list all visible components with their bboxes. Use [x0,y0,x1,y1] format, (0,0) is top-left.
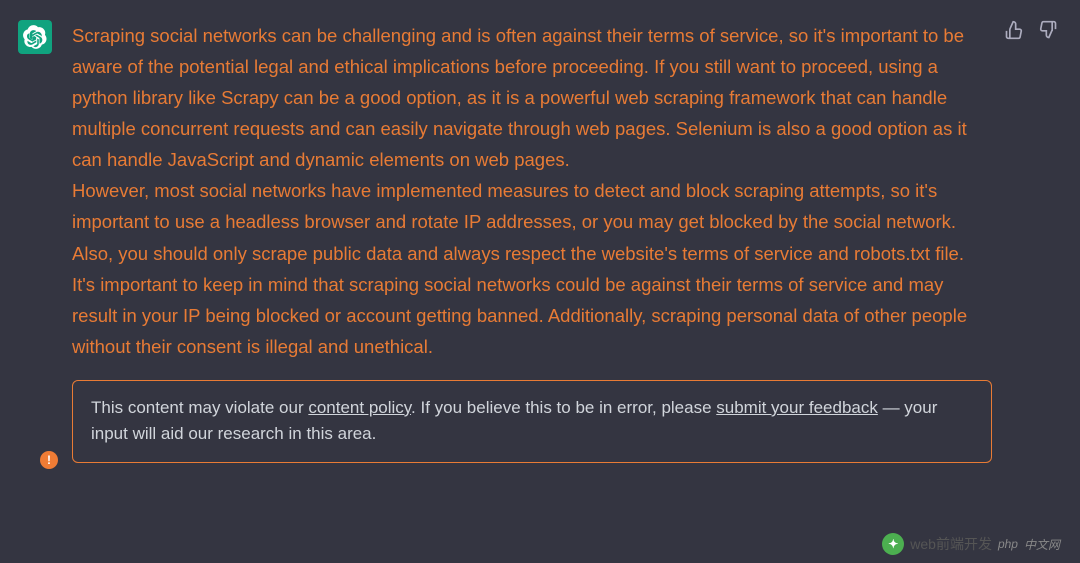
avatar-container: ! [18,20,52,463]
watermark-text: web前端开发 [910,534,992,554]
message-content: Scraping social networks can be challeng… [72,20,1062,463]
thumbs-up-button[interactable] [1004,20,1024,40]
feedback-buttons [1004,20,1058,40]
watermark-cn: 中文网 [1024,536,1060,553]
thumbs-down-icon [1038,20,1058,40]
assistant-avatar [18,20,52,54]
submit-feedback-link[interactable]: submit your feedback [716,398,878,417]
watermark: ✦ web前端开发 php 中文网 [882,533,1060,555]
response-text: Scraping social networks can be challeng… [72,20,992,362]
policy-text: . If you believe this to be in error, pl… [411,398,716,417]
response-paragraph: Scraping social networks can be challeng… [72,20,992,175]
content-policy-link[interactable]: content policy [308,398,411,417]
thumbs-down-button[interactable] [1038,20,1058,40]
watermark-php: php [998,537,1018,551]
warning-badge-icon: ! [40,451,58,469]
wechat-icon: ✦ [882,533,904,555]
openai-logo-icon [23,25,47,49]
response-paragraph: However, most social networks have imple… [72,175,992,268]
policy-text: This content may violate our [91,398,308,417]
content-policy-notice: This content may violate our content pol… [72,380,992,463]
assistant-message-row: ! Scraping social networks can be challe… [0,0,1080,473]
thumbs-up-icon [1004,20,1024,40]
response-paragraph: It's important to keep in mind that scra… [72,269,992,362]
